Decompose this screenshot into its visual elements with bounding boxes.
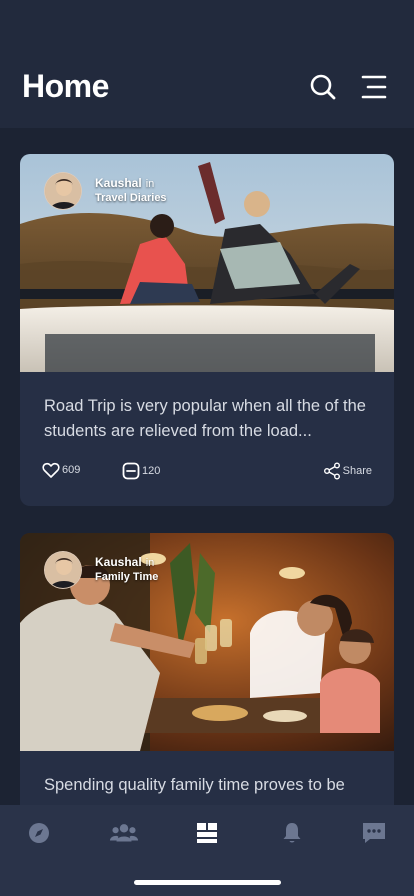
search-icon[interactable] <box>308 72 338 102</box>
menu-icon[interactable] <box>358 72 388 102</box>
tab-messages[interactable] <box>359 819 389 847</box>
author-name[interactable]: Kaushal <box>95 555 142 569</box>
compass-icon <box>29 823 49 843</box>
bell-icon <box>283 823 301 843</box>
post-author[interactable]: Kaushal in Family Time <box>44 551 158 589</box>
author-connector: in <box>145 178 155 190</box>
users-icon <box>109 824 139 842</box>
comment-count: 120 <box>142 465 161 477</box>
post-card[interactable]: Kaushal in Travel Diaries Road Trip is ve… <box>20 154 394 506</box>
group-name[interactable]: Family Time <box>95 570 158 584</box>
page-title: Home <box>22 68 109 104</box>
post-card[interactable]: Kaushal in Family Time Spending quality f… <box>20 533 394 805</box>
like-button[interactable]: 609 <box>42 462 80 478</box>
avatar[interactable] <box>44 172 82 210</box>
author-connector: in <box>145 557 155 569</box>
tab-groups[interactable] <box>109 819 139 847</box>
share-label: Share <box>342 465 372 477</box>
avatar[interactable] <box>44 551 82 589</box>
share-button[interactable]: Share <box>323 462 372 480</box>
post-photo[interactable]: Kaushal in Travel Diaries <box>20 154 394 372</box>
post-photo[interactable]: Kaushal in Family Time <box>20 533 394 751</box>
feed-icon <box>197 823 217 843</box>
comment-button[interactable]: 120 <box>122 462 160 480</box>
share-icon <box>323 462 340 480</box>
post-caption[interactable]: Road Trip is very popular when all the o… <box>44 394 374 444</box>
home-indicator[interactable] <box>134 880 281 885</box>
tab-feed[interactable] <box>192 819 222 847</box>
chat-icon <box>363 823 385 843</box>
author-name[interactable]: Kaushal <box>95 176 142 190</box>
comment-icon <box>122 462 140 480</box>
post-author[interactable]: Kaushal in Travel Diaries <box>44 172 167 210</box>
post-caption[interactable]: Spending quality family time proves to b… <box>44 773 374 798</box>
heart-icon <box>42 462 60 478</box>
group-name[interactable]: Travel Diaries <box>95 191 167 205</box>
app-header: Home <box>0 0 414 128</box>
post-stats: 609 120 Share <box>42 462 372 484</box>
tab-explore[interactable] <box>24 819 54 847</box>
post-feed[interactable]: Kaushal in Travel Diaries Road Trip is ve… <box>0 128 414 805</box>
tab-notifications[interactable] <box>277 819 307 847</box>
like-count: 609 <box>62 464 81 476</box>
